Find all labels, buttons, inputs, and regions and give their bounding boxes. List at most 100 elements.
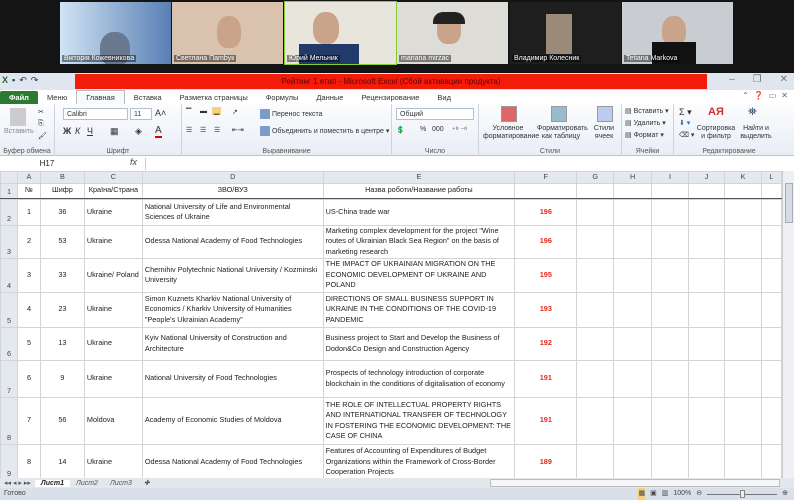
cell[interactable] (613, 198, 653, 226)
format-as-table-button[interactable]: Форматировать как таблицу (537, 125, 588, 141)
zoom-out-icon[interactable]: ⊖ (696, 488, 702, 500)
cell[interactable] (613, 326, 653, 361)
header-cell-country[interactable]: Країна/Страна (83, 182, 143, 199)
cell[interactable] (651, 224, 690, 259)
sort-filter-button[interactable]: Сортировка и фильтр (696, 125, 736, 141)
cell[interactable] (688, 198, 726, 226)
normal-view-icon[interactable]: ▦ (638, 488, 646, 500)
cell-code[interactable]: 9 (39, 359, 85, 398)
cell-title[interactable]: Business project to Start and Develop th… (322, 326, 516, 361)
wrap-text-button[interactable]: Перенос текста (260, 109, 323, 119)
cell-number[interactable]: 4 (16, 291, 41, 328)
align-left-icon[interactable]: ☰ (186, 126, 192, 134)
column-header[interactable]: K (723, 171, 762, 184)
cell-university[interactable]: Odessa National Academy of Food Technolo… (141, 443, 324, 481)
row-header[interactable]: 7 (0, 359, 18, 398)
header-cell-title[interactable]: Назва роботи/Название работы (322, 182, 516, 199)
column-header[interactable]: B (39, 171, 85, 184)
decimal-icons[interactable]: ⁺⁰ ⁻⁰ (452, 126, 467, 134)
cell[interactable] (724, 396, 762, 445)
cell-score[interactable]: 191 (514, 359, 578, 398)
row-header[interactable]: 8 (0, 396, 18, 445)
cell[interactable] (723, 182, 762, 199)
cell[interactable] (724, 359, 762, 398)
close-button[interactable]: ✕ (780, 74, 788, 85)
cell[interactable] (651, 326, 690, 361)
cell-code[interactable]: 14 (39, 443, 85, 481)
find-select-button[interactable]: Найти и выделить (738, 125, 774, 141)
zoom-slider-knob[interactable] (740, 489, 746, 498)
cell[interactable] (688, 291, 726, 328)
tab-page-layout[interactable]: Разметка страницы (171, 91, 257, 104)
tab-view[interactable]: Вид (428, 91, 460, 104)
fill-icon[interactable]: ⬇ ▾ (679, 119, 690, 127)
cell[interactable] (724, 443, 762, 481)
participant-tile[interactable]: Юрий Мельник (284, 1, 397, 65)
indent-icon[interactable]: ⇤⇥ (232, 126, 244, 134)
formula-input[interactable] (145, 158, 782, 170)
format-painter-icon[interactable]: 🖌 (38, 132, 47, 140)
cell[interactable] (724, 326, 762, 361)
cell[interactable] (576, 257, 615, 293)
cell-code[interactable]: 56 (39, 396, 85, 445)
save-icon[interactable]: ▪ (12, 75, 15, 86)
cell-score[interactable]: 196 (514, 224, 578, 259)
minimize-workbook-icon[interactable]: ▭ (769, 91, 777, 100)
cell[interactable] (688, 257, 726, 293)
insert-cells-button[interactable]: ▤ Вставить ▾ (625, 107, 669, 115)
font-name-select[interactable]: Calibri (63, 108, 128, 120)
cell-university[interactable]: Chernihiv Polytechnic National Universit… (141, 257, 324, 293)
tab-file[interactable]: Файл (0, 91, 38, 104)
tab-home[interactable]: Главная (76, 90, 125, 104)
vertical-scrollbar[interactable] (782, 171, 794, 478)
cell-title[interactable]: Features of Accounting of Expenditures o… (322, 443, 516, 481)
cell-number[interactable]: 3 (16, 257, 41, 293)
cell-university[interactable]: National University of Life and Environm… (141, 198, 324, 226)
help-icon[interactable]: ❓ (754, 91, 764, 100)
cell[interactable] (651, 182, 690, 199)
cell[interactable] (688, 443, 726, 481)
column-header[interactable]: C (83, 171, 143, 184)
cell-university[interactable]: Odessa National Academy of Food Technolo… (141, 224, 324, 259)
participant-tile[interactable]: Вікторія Кожевникова (60, 2, 171, 64)
cell-country[interactable]: Ukraine (83, 359, 143, 398)
cell-code[interactable]: 33 (39, 257, 85, 293)
column-header[interactable]: D (141, 171, 324, 184)
sheet-tab[interactable]: Лист3 (104, 480, 138, 487)
zoom-slider[interactable] (707, 489, 778, 498)
cell[interactable] (724, 291, 762, 328)
cell-code[interactable]: 13 (39, 326, 85, 361)
orientation-icon[interactable]: ↗ (232, 108, 238, 116)
cell[interactable] (724, 198, 762, 226)
cell[interactable] (576, 224, 615, 259)
sheet-tab[interactable]: Лист2 (70, 480, 104, 487)
cell-title[interactable]: US-China trade war (322, 198, 516, 226)
cell[interactable] (688, 326, 726, 361)
cell[interactable] (576, 291, 615, 328)
tab-menu[interactable]: Меню (38, 91, 76, 104)
header-cell-code[interactable]: Шифр (39, 182, 85, 199)
cell-university[interactable]: Academy of Economic Studies of Moldova (141, 396, 324, 445)
cell[interactable] (688, 359, 726, 398)
header-cell-number[interactable]: № (16, 182, 41, 199)
cell[interactable] (760, 182, 783, 199)
cell[interactable] (651, 257, 690, 293)
currency-icon[interactable]: 💲 (396, 126, 405, 134)
cell-number[interactable]: 6 (16, 359, 41, 398)
minimize-button[interactable]: – (729, 74, 735, 85)
cell[interactable] (613, 182, 653, 199)
cell[interactable] (613, 443, 653, 481)
cell[interactable] (576, 198, 615, 226)
align-center-icon[interactable]: ☰ (200, 126, 206, 134)
cell[interactable] (613, 257, 653, 293)
cell[interactable] (613, 224, 653, 259)
cell[interactable] (613, 291, 653, 328)
column-header[interactable]: J (688, 171, 725, 184)
undo-icon[interactable]: ↶ (19, 75, 27, 86)
font-color-icon[interactable]: A (155, 125, 162, 138)
delete-cells-button[interactable]: ▤ Удалить ▾ (625, 119, 666, 127)
page-break-view-icon[interactable]: ▥ (662, 488, 669, 500)
cell[interactable] (760, 359, 783, 398)
cell[interactable] (576, 182, 615, 199)
align-right-icon[interactable]: ☰ (214, 126, 220, 134)
